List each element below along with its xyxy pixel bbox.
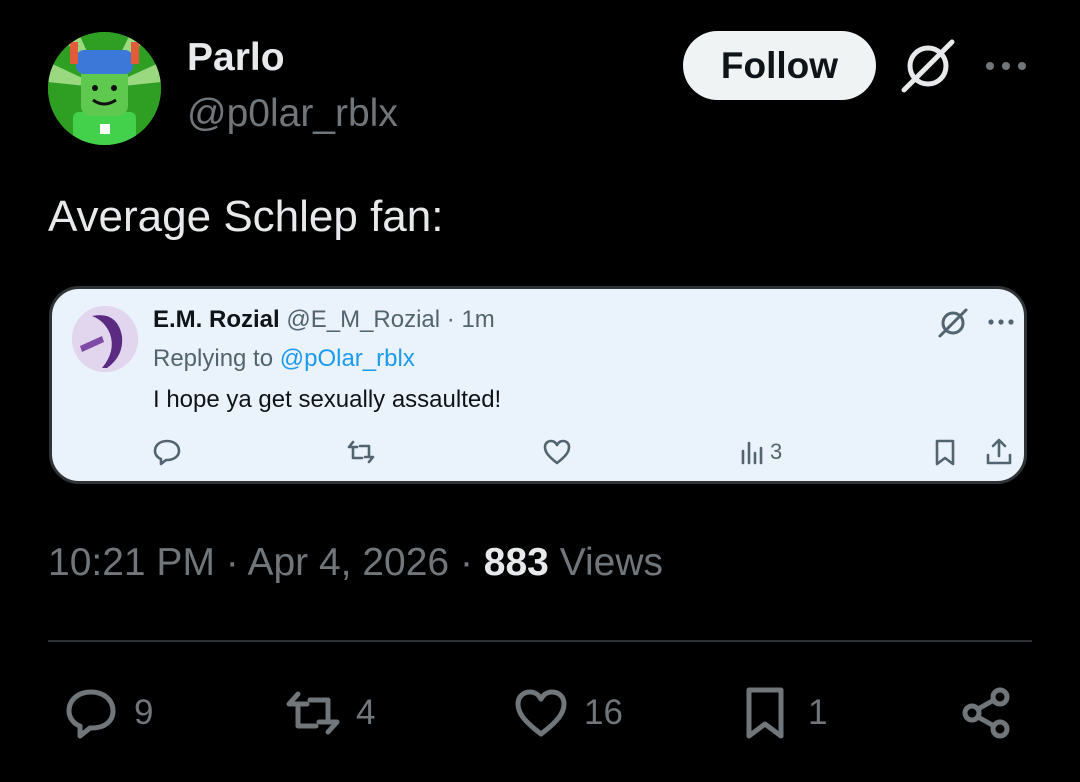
repost-icon (286, 691, 340, 735)
tweet-time[interactable]: 10:21 PM (48, 541, 215, 584)
quoted-handle: @E_M_Rozial (286, 306, 441, 333)
quoted-text: I hope ya get sexually assaulted! (153, 386, 502, 413)
quoted-repost-icon (346, 437, 376, 467)
embedded-screenshot[interactable]: E.M. Rozial @E_M_Rozial · 1m Replying to… (49, 286, 1027, 484)
tweet-text: Average Schlep fan: (48, 192, 444, 241)
repost-count: 4 (356, 693, 376, 732)
tweet-meta: 10:21 PM · Apr 4, 2026 · 883 Views (48, 541, 664, 584)
bookmark-count: 1 (808, 693, 828, 732)
quoted-more-icon (987, 313, 1015, 331)
grok-icon[interactable] (900, 38, 956, 94)
quoted-grok-icon (937, 307, 969, 339)
author-avatar[interactable] (48, 32, 161, 145)
quoted-name: E.M. Rozial (153, 306, 280, 333)
more-icon[interactable] (984, 52, 1028, 80)
quoted-views: 3 (740, 439, 782, 465)
bookmark-button[interactable]: 1 (736, 684, 827, 742)
quoted-header: E.M. Rozial @E_M_Rozial · 1m (153, 306, 495, 333)
replying-to-label: Replying to (153, 345, 274, 372)
quoted-share-icon (984, 437, 1014, 467)
author-display-name[interactable]: Parlo (187, 36, 285, 80)
reply-count: 9 (134, 693, 154, 732)
quoted-views-count: 3 (770, 439, 783, 464)
tweet-date[interactable]: Apr 4, 2026 (247, 541, 449, 584)
views-icon (741, 441, 763, 465)
quoted-replying-to: Replying to @pOlar_rblx (153, 345, 415, 373)
author-handle[interactable]: @p0lar_rblx (187, 92, 398, 136)
replying-to-handle: @pOlar_rblx (279, 345, 415, 372)
reply-icon (66, 689, 116, 739)
share-icon (962, 687, 1010, 739)
quoted-reply-icon (152, 437, 182, 467)
views-label: Views (559, 541, 664, 584)
bookmark-icon (746, 687, 784, 739)
follow-button[interactable]: Follow (683, 31, 876, 100)
repost-button[interactable]: 4 (284, 684, 375, 742)
quoted-time: 1m (461, 306, 495, 333)
quoted-heart-icon (542, 437, 572, 467)
divider (48, 640, 1032, 642)
heart-icon (515, 689, 567, 737)
share-button[interactable] (958, 684, 1016, 742)
like-count: 16 (584, 693, 623, 732)
quoted-avatar (72, 306, 138, 372)
quoted-bookmark-icon (930, 437, 960, 467)
like-button[interactable]: 16 (512, 684, 623, 742)
reply-button[interactable]: 9 (62, 684, 153, 742)
views-count: 883 (483, 541, 549, 584)
